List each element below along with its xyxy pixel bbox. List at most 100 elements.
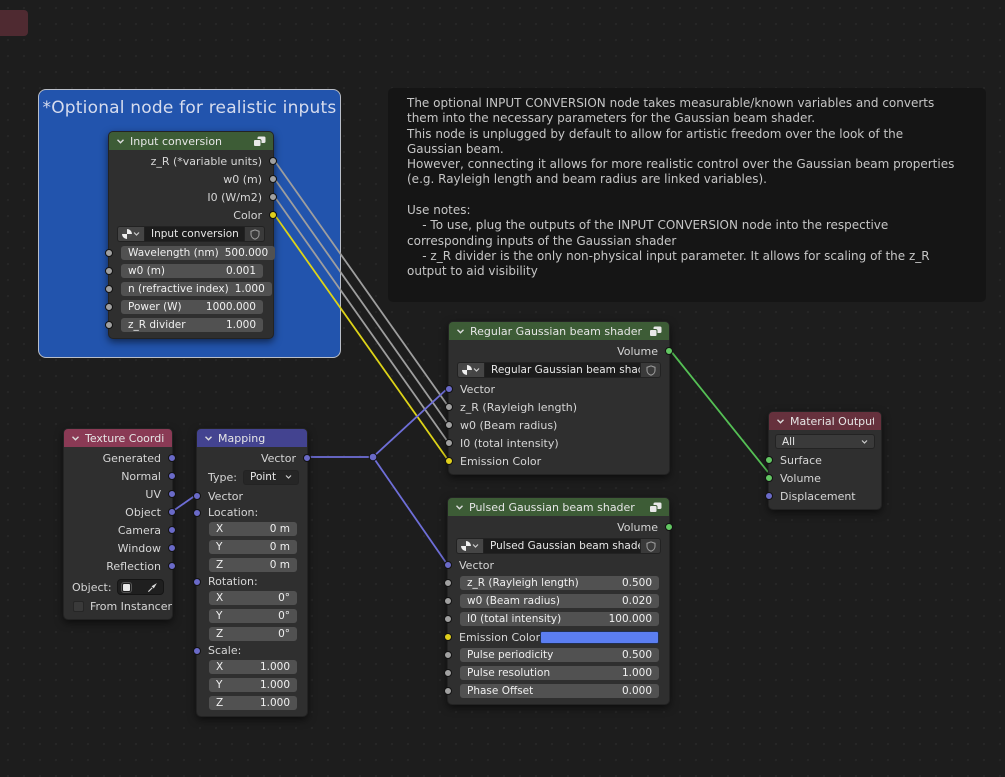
eyedropper-icon[interactable] xyxy=(147,582,158,593)
node-header[interactable]: Regular Gaussian beam shader xyxy=(449,322,669,340)
socket-location-input[interactable] xyxy=(193,509,201,517)
rotation-y-slider[interactable]: Y0° xyxy=(209,609,297,623)
socket-volume-input[interactable] xyxy=(765,474,773,482)
socket-surface-input[interactable] xyxy=(765,456,773,464)
node-header[interactable]: Input conversion xyxy=(109,132,273,150)
socket-power-input[interactable] xyxy=(105,303,113,311)
w0-slider[interactable]: w0 (Beam radius)0.020 xyxy=(460,594,659,608)
socket-rotation-input[interactable] xyxy=(193,578,201,586)
socket-i0-output[interactable] xyxy=(269,193,277,201)
socket-i0-input[interactable] xyxy=(445,439,453,447)
socket-n-input[interactable] xyxy=(105,285,113,293)
node-editor-canvas[interactable]: *Optional node for realistic inputs The … xyxy=(0,0,1005,777)
collapse-chevron-icon[interactable] xyxy=(455,504,464,511)
socket-reflection-output[interactable] xyxy=(168,562,176,570)
power-slider[interactable]: Power (W)1000.000 xyxy=(121,300,263,314)
socket-vector-input[interactable] xyxy=(445,385,453,393)
fake-user-button[interactable] xyxy=(245,226,265,242)
socket-volume-output[interactable] xyxy=(665,523,673,531)
rotation-x-slider[interactable]: X0° xyxy=(209,591,297,605)
fake-user-button[interactable] xyxy=(641,538,661,554)
node-regular-gaussian-shader[interactable]: Regular Gaussian beam shader Volume Regu… xyxy=(448,321,670,475)
socket-color-output[interactable] xyxy=(269,211,277,219)
socket-displacement-input[interactable] xyxy=(765,492,773,500)
socket-zr-divider-input[interactable] xyxy=(105,321,113,329)
socket-camera-output[interactable] xyxy=(168,526,176,534)
zr-divider-slider[interactable]: z_R divider1.000 xyxy=(121,318,263,332)
node-title: Texture Coordinate xyxy=(85,432,165,445)
socket-zr-output[interactable] xyxy=(269,157,277,165)
node-header[interactable]: Texture Coordinate xyxy=(64,429,172,447)
socket-pulse-resolution-input[interactable] xyxy=(444,669,452,677)
group-name-field[interactable]: Pulsed Gaussian beam shader xyxy=(483,538,641,554)
fake-user-button[interactable] xyxy=(641,362,661,378)
pulse-resolution-slider[interactable]: Pulse resolution1.000 xyxy=(460,666,659,680)
location-z-slider[interactable]: Z0 m xyxy=(209,558,297,572)
w0-slider[interactable]: w0 (m)0.001 xyxy=(121,264,263,278)
output-label: z_R (*variable units) xyxy=(151,155,262,168)
socket-w0-output[interactable] xyxy=(269,175,277,183)
group-name-field[interactable]: Input conversion xyxy=(144,226,245,242)
node-header[interactable]: Mapping xyxy=(197,429,307,447)
node-mapping[interactable]: Mapping Vector Type: Point Vector Locati… xyxy=(196,428,308,717)
socket-generated-output[interactable] xyxy=(168,454,176,462)
socket-w0-input[interactable] xyxy=(105,267,113,275)
material-preview-button[interactable] xyxy=(456,538,483,554)
socket-emission-color-input[interactable] xyxy=(445,457,453,465)
scale-x-slider[interactable]: X1.000 xyxy=(209,660,297,674)
material-preview-button[interactable] xyxy=(457,362,484,378)
input-row: I0 (total intensity) xyxy=(449,434,669,452)
socket-w0-input[interactable] xyxy=(445,421,453,429)
from-instancer-checkbox[interactable] xyxy=(73,601,84,612)
node-texture-coordinate[interactable]: Texture Coordinate Generated Normal UV O… xyxy=(63,428,173,620)
socket-zr-input[interactable] xyxy=(445,403,453,411)
checkbox-label: From Instancer xyxy=(90,600,172,613)
location-y-slider[interactable]: Y0 m xyxy=(209,540,297,554)
socket-vector-input[interactable] xyxy=(193,492,201,500)
socket-emission-color-input[interactable] xyxy=(444,633,452,641)
socket-object-output[interactable] xyxy=(168,508,176,516)
refractive-index-slider[interactable]: n (refractive index)1.000 xyxy=(121,282,272,296)
node-input-conversion[interactable]: Input conversion z_R (*variable units) w… xyxy=(108,131,274,339)
scale-z-slider[interactable]: Z1.000 xyxy=(209,696,297,710)
socket-wavelength-input[interactable] xyxy=(105,249,113,257)
phase-offset-slider[interactable]: Phase Offset0.000 xyxy=(460,684,659,698)
collapse-chevron-icon[interactable] xyxy=(776,418,785,425)
collapse-chevron-icon[interactable] xyxy=(456,328,465,335)
param-value: 500.000 xyxy=(225,247,268,259)
socket-vector-output[interactable] xyxy=(303,454,311,462)
socket-normal-output[interactable] xyxy=(168,472,176,480)
socket-i0-input[interactable] xyxy=(444,615,452,623)
type-dropdown[interactable]: Point xyxy=(243,470,299,485)
material-preview-button[interactable] xyxy=(117,226,144,242)
node-group-selector: Pulsed Gaussian beam shader xyxy=(456,538,661,554)
socket-scale-input[interactable] xyxy=(193,647,201,655)
output-target-dropdown[interactable]: All xyxy=(775,434,875,449)
zr-slider[interactable]: z_R (Rayleigh length)0.500 xyxy=(460,576,659,590)
wavelength-slider[interactable]: Wavelength (nm)500.000 xyxy=(121,246,275,260)
socket-pulse-periodicity-input[interactable] xyxy=(444,651,452,659)
node-material-output[interactable]: Material Output All Surface Volume Displ… xyxy=(768,411,882,510)
socket-vector-input[interactable] xyxy=(444,561,452,569)
i0-slider[interactable]: I0 (total intensity)100.000 xyxy=(460,612,659,626)
collapse-chevron-icon[interactable] xyxy=(71,435,80,442)
collapse-chevron-icon[interactable] xyxy=(204,435,213,442)
node-header[interactable]: Pulsed Gaussian beam shader xyxy=(448,498,669,516)
pulse-periodicity-slider[interactable]: Pulse periodicity0.500 xyxy=(460,648,659,662)
rotation-z-slider[interactable]: Z0° xyxy=(209,627,297,641)
node-header[interactable]: Material Output xyxy=(769,412,881,430)
scale-y-slider[interactable]: Y1.000 xyxy=(209,678,297,692)
group-name-field[interactable]: Regular Gaussian beam shader xyxy=(484,362,641,378)
socket-zr-input[interactable] xyxy=(444,579,452,587)
socket-volume-output[interactable] xyxy=(665,347,673,355)
object-picker-field[interactable] xyxy=(117,579,164,595)
socket-phase-offset-input[interactable] xyxy=(444,687,452,695)
socket-uv-output[interactable] xyxy=(168,490,176,498)
emission-color-swatch[interactable] xyxy=(540,631,659,644)
collapse-chevron-icon[interactable] xyxy=(116,138,125,145)
socket-w0-input[interactable] xyxy=(444,597,452,605)
node-pulsed-gaussian-shader[interactable]: Pulsed Gaussian beam shader Volume Pulse… xyxy=(447,497,670,705)
type-row: Type: Point xyxy=(197,467,307,487)
location-x-slider[interactable]: X0 m xyxy=(209,522,297,536)
socket-window-output[interactable] xyxy=(168,544,176,552)
